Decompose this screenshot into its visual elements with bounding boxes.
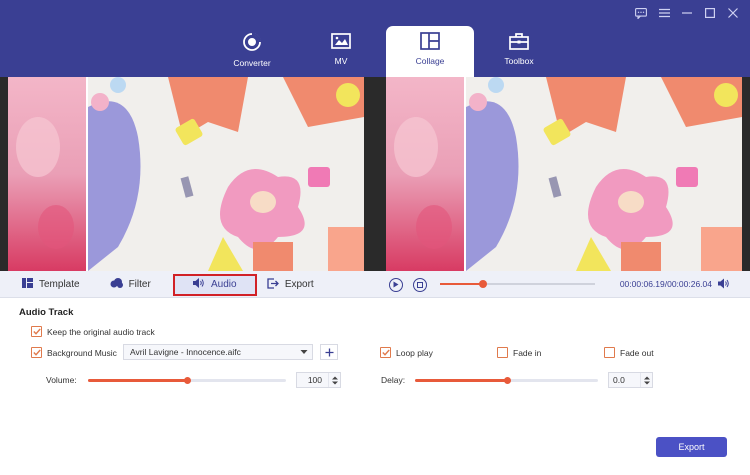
plus-icon xyxy=(325,348,333,356)
tab-export-label: Export xyxy=(284,279,314,290)
tab-export[interactable]: Export xyxy=(259,274,322,296)
delay-slider-handle[interactable] xyxy=(504,377,511,384)
loop-play-checkbox[interactable] xyxy=(380,347,391,358)
volume-stepper-arrows[interactable] xyxy=(328,373,340,387)
fade-in-row: Fade in xyxy=(497,347,541,358)
converter-icon xyxy=(242,32,262,52)
play-button[interactable] xyxy=(389,277,403,292)
delay-stepper[interactable]: 0.0 xyxy=(608,372,653,388)
nav-tab-toolbox[interactable]: Toolbox xyxy=(475,26,563,77)
minimize-icon[interactable] xyxy=(680,6,694,20)
collage-output-preview xyxy=(386,77,742,271)
volume-slider[interactable] xyxy=(88,377,286,384)
audio-track-heading: Audio Track xyxy=(19,307,74,318)
collage-icon xyxy=(420,32,440,50)
volume-icon[interactable] xyxy=(718,278,730,291)
speaker-icon xyxy=(193,278,205,291)
menu-icon[interactable] xyxy=(657,6,671,20)
nav-tab-mv[interactable]: MV xyxy=(297,26,385,77)
playback-progress-handle[interactable] xyxy=(479,280,487,288)
nav-tab-collage[interactable]: Collage xyxy=(386,26,474,77)
nav-tab-label: Toolbox xyxy=(504,56,534,66)
editor-toolbar: Template Filter Audio Export 00:00:06.19… xyxy=(0,271,750,298)
tab-filter-label: Filter xyxy=(128,279,151,290)
stop-icon xyxy=(417,281,423,288)
close-icon[interactable] xyxy=(726,6,740,20)
nav-tab-converter[interactable]: Converter xyxy=(208,26,296,77)
chevron-down-icon[interactable] xyxy=(331,381,338,385)
volume-label: Volume: xyxy=(46,375,77,385)
chevron-down-icon[interactable] xyxy=(643,381,650,385)
tab-template[interactable]: Template xyxy=(14,274,88,296)
playback-time: 00:00:06.19/00:00:26.04 xyxy=(619,279,712,289)
preview-area xyxy=(0,77,750,271)
volume-label-text: Volume: xyxy=(46,375,77,385)
loop-play-row: Loop play xyxy=(380,347,433,358)
stop-button[interactable] xyxy=(413,277,427,292)
collage-preview-image xyxy=(8,77,364,271)
fade-in-checkbox[interactable] xyxy=(497,347,508,358)
nav-tab-label: Converter xyxy=(233,58,271,68)
tab-template-label: Template xyxy=(39,279,80,290)
loop-play-label: Loop play xyxy=(396,347,433,358)
volume-slider-fill xyxy=(88,379,187,382)
delay-slider-fill xyxy=(415,379,507,382)
delay-label-text: Delay: xyxy=(381,375,406,385)
volume-stepper[interactable]: 100 xyxy=(296,372,341,388)
delay-stepper-arrows[interactable] xyxy=(640,373,652,387)
playback-controls: 00:00:06.19/00:00:26.04 xyxy=(386,271,742,298)
add-music-button[interactable] xyxy=(320,344,338,360)
music-file-value: Avril Lavigne - Innocence.aifc xyxy=(130,347,241,357)
nav-tab-label: Collage xyxy=(415,56,445,66)
collage-editor-canvas[interactable] xyxy=(8,77,364,271)
tab-filter[interactable]: Filter xyxy=(102,274,159,296)
background-music-label: Background Music xyxy=(47,347,117,358)
checkmark-icon xyxy=(381,349,390,356)
fade-out-row: Fade out xyxy=(604,347,654,358)
playback-progress-bar[interactable] xyxy=(440,280,595,288)
volume-value: 100 xyxy=(307,375,322,385)
music-file-select[interactable]: Avril Lavigne - Innocence.aifc xyxy=(123,344,313,360)
app-header: Converter MV Collage Toolbox xyxy=(0,0,750,77)
output-preview-image xyxy=(386,77,742,271)
export-icon xyxy=(267,277,279,292)
audio-settings-panel: Audio Track Keep the original audio trac… xyxy=(0,298,750,475)
delay-value: 0.0 xyxy=(613,375,625,385)
window-controls xyxy=(634,6,740,20)
maximize-icon[interactable] xyxy=(703,6,717,20)
delay-label: Delay: xyxy=(381,375,405,385)
play-icon xyxy=(393,281,399,288)
delay-slider[interactable] xyxy=(415,377,598,384)
mv-icon xyxy=(331,32,351,50)
chevron-down-icon xyxy=(300,348,308,358)
collage-split-line xyxy=(464,77,466,271)
keep-original-row: Keep the original audio track xyxy=(31,326,155,337)
template-icon xyxy=(22,278,33,291)
background-music-row: Background Music xyxy=(31,347,117,358)
filter-icon xyxy=(110,278,123,291)
collage-split-divider[interactable] xyxy=(86,77,88,271)
fade-out-checkbox[interactable] xyxy=(604,347,615,358)
tab-audio[interactable]: Audio xyxy=(172,273,257,296)
playback-progress-fill xyxy=(440,283,482,285)
tab-audio-label: Audio xyxy=(211,279,237,290)
keep-original-label: Keep the original audio track xyxy=(47,326,155,337)
nav-tab-label: MV xyxy=(334,56,348,66)
checkmark-icon xyxy=(32,328,41,335)
chevron-up-icon[interactable] xyxy=(643,376,650,380)
volume-slider-handle[interactable] xyxy=(184,377,191,384)
export-button[interactable]: Export xyxy=(656,437,727,457)
editor-tabs: Template Filter Audio Export xyxy=(14,271,322,298)
toolbox-icon xyxy=(509,32,529,50)
feedback-icon[interactable] xyxy=(634,6,648,20)
fade-out-label: Fade out xyxy=(620,347,654,358)
background-music-checkbox[interactable] xyxy=(31,347,42,358)
checkmark-icon xyxy=(32,349,41,356)
keep-original-checkbox[interactable] xyxy=(31,326,42,337)
fade-in-label: Fade in xyxy=(513,347,542,358)
main-nav: Converter MV Collage Toolbox xyxy=(208,26,564,77)
chevron-up-icon[interactable] xyxy=(331,376,338,380)
